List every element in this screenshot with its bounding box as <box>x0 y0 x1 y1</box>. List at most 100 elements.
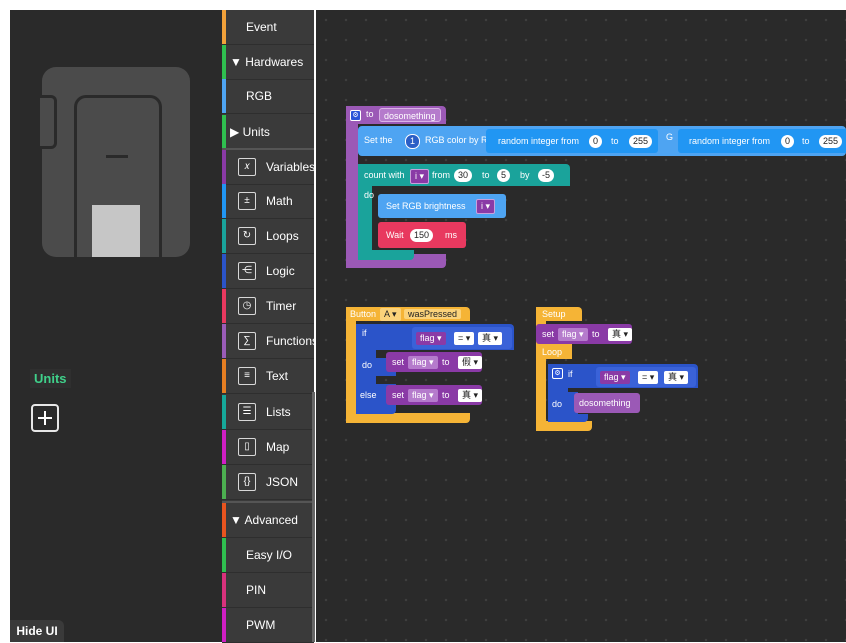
to-label-else: to <box>442 390 450 400</box>
wait-value-input[interactable]: 150 <box>410 229 434 242</box>
workspace[interactable]: ⚙ to dosomething Set the 1 RGB color by … <box>316 10 846 642</box>
loops-icon: ↻ <box>238 227 256 245</box>
if-label-loop: if <box>568 369 573 379</box>
category-label: Lists <box>266 405 291 419</box>
category-color-bar <box>222 219 226 253</box>
loop-do-label: do <box>364 190 375 200</box>
loop-variable-dropdown[interactable]: i ▾ <box>410 169 430 184</box>
call-function-block[interactable]: dosomething <box>574 393 640 413</box>
toolbox-category-map[interactable]: ▯ Map <box>222 430 314 465</box>
hide-ui-button[interactable]: Hide UI <box>10 620 64 642</box>
category-color-bar <box>222 359 226 393</box>
value-dropdown-compare[interactable]: 真 ▾ <box>478 332 503 345</box>
led-index-input[interactable]: 1 <box>405 134 421 149</box>
button-id-dropdown[interactable]: A ▾ <box>380 308 401 321</box>
add-unit-button[interactable]: + <box>31 404 59 432</box>
operator-dropdown-loop[interactable]: = ▾ <box>638 371 659 384</box>
toolbox-category-text[interactable]: ≡ Text <box>222 359 314 394</box>
category-label: ▼ Hardwares <box>230 55 304 69</box>
count-from-input[interactable]: 30 <box>454 169 473 182</box>
set-flag-block-do[interactable]: set flag ▾ to 假 ▾ <box>386 352 483 372</box>
category-label: RGB <box>246 89 273 103</box>
device-screen <box>92 205 140 257</box>
do-label-loop: do <box>552 399 563 409</box>
toolbox-category-units[interactable]: ▶ Units <box>222 115 314 150</box>
json-icon: {} <box>238 473 256 491</box>
toolbox-category-math[interactable]: ± Math <box>222 184 314 219</box>
gear-icon[interactable]: ⚙ <box>552 368 563 379</box>
toolbox-category-hardwares[interactable]: ▼ Hardwares <box>222 45 314 80</box>
toolbox-category-json[interactable]: {} JSON <box>222 465 314 500</box>
category-color-bar <box>222 395 226 429</box>
category-label: Variables <box>266 160 316 174</box>
function-name-field[interactable]: dosomething <box>379 108 441 122</box>
flag-dropdown-else[interactable]: flag ▾ <box>408 389 438 402</box>
category-color-bar <box>222 465 226 499</box>
category-color-bar <box>222 430 226 464</box>
button-label: Button <box>350 309 377 319</box>
set-the-label: Set the <box>364 135 393 145</box>
value-dropdown-else[interactable]: 真 ▾ <box>458 389 483 402</box>
device-mouth <box>106 155 128 158</box>
category-label: Easy I/O <box>246 548 293 562</box>
flag-dropdown-setup[interactable]: flag ▾ <box>558 328 588 341</box>
toolbox-category-rgb[interactable]: RGB <box>222 79 314 114</box>
toolbox-separator <box>222 501 314 503</box>
count-by-input[interactable]: -5 <box>538 169 555 182</box>
category-color-bar <box>222 184 226 218</box>
by-label: by <box>520 170 530 180</box>
r-from-input[interactable]: 0 <box>589 135 603 148</box>
set-flag-block-setup[interactable]: set flag ▾ to 真 ▾ <box>536 324 633 344</box>
set-flag-block-else[interactable]: set flag ▾ to 真 ▾ <box>386 385 483 405</box>
to-label-setup: to <box>592 329 600 339</box>
toolbox-category-functions[interactable]: ∑ Functions <box>222 324 318 359</box>
setup-label: Setup <box>542 309 566 319</box>
units-label: Units <box>30 369 71 388</box>
value-dropdown-do[interactable]: 假 ▾ <box>458 356 483 369</box>
value-dropdown-setup[interactable]: 真 ▾ <box>608 328 633 341</box>
event-label: wasPressed <box>404 309 462 319</box>
value-dropdown-loop[interactable]: 真 ▾ <box>664 371 689 384</box>
call-function-name: dosomething <box>579 398 631 408</box>
category-color-bar <box>222 254 226 288</box>
variables-icon: 𝑥 <box>238 158 256 176</box>
do-label-button: do <box>362 360 373 370</box>
random-integer-label-r: random integer from <box>498 136 580 146</box>
g-from-input[interactable]: 0 <box>781 135 795 148</box>
toolbox-scrollbar[interactable] <box>312 392 315 642</box>
toolbox-separator <box>222 148 314 150</box>
category-color-bar <box>222 289 226 323</box>
g-to-input[interactable]: 255 <box>819 135 843 148</box>
if-label: if <box>362 328 367 338</box>
operator-dropdown[interactable]: = ▾ <box>454 332 475 345</box>
toolbox-category-variables[interactable]: 𝑥 Variables <box>222 150 316 185</box>
r-to-input[interactable]: 255 <box>629 135 653 148</box>
toolbox-category-loops[interactable]: ↻ Loops <box>222 219 314 254</box>
toolbox-category-pwm[interactable]: PWM <box>222 608 314 643</box>
toolbox-category-timer[interactable]: ◷ Timer <box>222 289 314 324</box>
category-color-bar <box>222 324 226 358</box>
math-icon: ± <box>238 192 256 210</box>
wait-label: Wait <box>386 230 404 240</box>
logic-icon: ⋲ <box>238 262 256 280</box>
toolbox-category-lists[interactable]: ☰ Lists <box>222 395 314 430</box>
toolbox-category-easy-i-o[interactable]: Easy I/O <box>222 538 314 573</box>
flag-dropdown-do[interactable]: flag ▾ <box>408 356 438 369</box>
ms-label: ms <box>445 230 457 240</box>
set-rgb-brightness-block[interactable]: Set RGB brightness i ▾ <box>378 194 506 218</box>
flag-dropdown-loop[interactable]: flag ▾ <box>600 371 630 384</box>
set-rgb-color-block[interactable]: Set the 1 RGB color by R random integer … <box>358 126 846 156</box>
toolbox-category-event[interactable]: Event <box>222 10 314 45</box>
toolbox-category-logic[interactable]: ⋲ Logic <box>222 254 314 289</box>
r-to-label: to <box>611 136 619 146</box>
category-color-bar <box>222 150 226 184</box>
toolbox-category-advanced[interactable]: ▼ Advanced <box>222 503 314 538</box>
toolbox-category-pin[interactable]: PIN <box>222 573 314 608</box>
flag-dropdown-compare[interactable]: flag ▾ <box>416 332 446 345</box>
count-to-input[interactable]: 5 <box>497 169 511 182</box>
wait-block[interactable]: Wait 150 ms <box>378 222 466 248</box>
gear-icon[interactable]: ⚙ <box>350 110 361 121</box>
brightness-variable-dropdown[interactable]: i ▾ <box>476 199 496 214</box>
else-label: else <box>360 390 377 400</box>
random-integer-label-g: random integer from <box>689 136 771 146</box>
